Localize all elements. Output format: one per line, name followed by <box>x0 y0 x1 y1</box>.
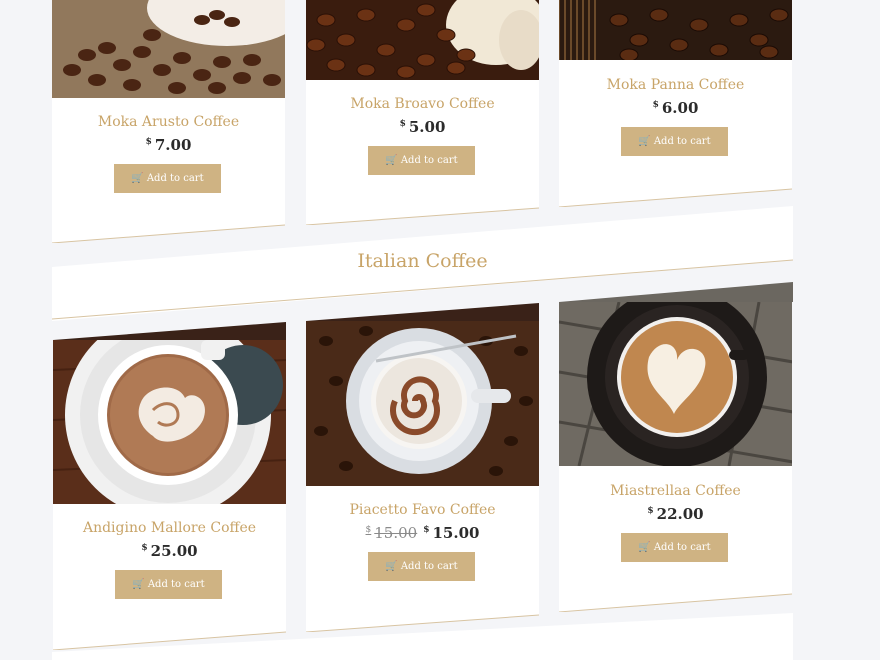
product-name[interactable]: Andigino Mallore Coffee <box>53 520 286 536</box>
original-price: $15.00 <box>366 524 418 542</box>
currency-symbol: $ <box>647 506 654 516</box>
product-card-piacetto-favo: Piacetto Favo Coffee $15.00 $15.00 🛒 Add t… <box>306 321 539 632</box>
button-label: Add to cart <box>400 155 458 166</box>
shopping-cart-icon: 🛒 <box>385 561 398 572</box>
button-label: Add to cart <box>400 561 458 572</box>
product-price: $7.00 <box>52 136 285 154</box>
button-label: Add to cart <box>147 579 205 590</box>
card-top-edge <box>306 303 539 321</box>
currency-symbol: $ <box>145 137 152 147</box>
price-value: 7.00 <box>154 136 192 154</box>
add-to-cart-button[interactable]: 🛒 Add to cart <box>368 552 475 581</box>
product-price: $15.00 $15.00 <box>306 524 539 542</box>
product-card-miastrellaa: Miastrellaa Coffee $22.00 🛒 Add to cart <box>559 302 792 612</box>
section-title: Italian Coffee <box>357 250 488 272</box>
product-image-moka-panna[interactable] <box>559 0 792 60</box>
product-price: $6.00 <box>559 99 792 117</box>
shopping-cart-icon: 🛒 <box>385 155 398 166</box>
original-price-value: 15.00 <box>374 524 418 542</box>
currency-symbol: $ <box>399 119 406 129</box>
shopping-cart-icon: 🛒 <box>131 173 144 184</box>
shopping-cart-icon: 🛒 <box>638 136 651 147</box>
product-card-andigino-mallore: Andigino Mallore Coffee $25.00 🛒 Add to c… <box>53 340 286 650</box>
currency-symbol: $ <box>365 525 372 535</box>
add-to-cart-button[interactable]: 🛒 Add to cart <box>115 570 222 599</box>
add-to-cart-button[interactable]: 🛒 Add to cart <box>621 533 728 562</box>
add-to-cart-button[interactable]: 🛒 Add to cart <box>368 146 475 175</box>
price-value: 6.00 <box>661 99 699 117</box>
currency-symbol: $ <box>423 525 430 535</box>
product-image-moka-broavo[interactable] <box>306 0 539 80</box>
product-image-piacetto-favo[interactable] <box>306 321 539 486</box>
card-bottom-edge <box>559 188 792 207</box>
price-value: 5.00 <box>408 118 446 136</box>
price-value: 15.00 <box>432 524 480 542</box>
button-label: Add to cart <box>146 173 204 184</box>
add-to-cart-button[interactable]: 🛒 Add to cart <box>621 127 728 156</box>
product-name[interactable]: Miastrellaa Coffee <box>559 483 792 499</box>
currency-symbol: $ <box>652 100 659 110</box>
card-top-edge <box>559 282 793 302</box>
product-price: $25.00 <box>53 542 286 560</box>
product-name[interactable]: Moka Broavo Coffee <box>306 96 539 112</box>
currency-symbol: $ <box>141 543 148 553</box>
add-to-cart-button[interactable]: 🛒 Add to cart <box>114 164 221 193</box>
product-card-moka-panna: Moka Panna Coffee $6.00 🛒 Add to cart <box>559 0 792 207</box>
product-price: $22.00 <box>559 505 792 523</box>
price-value: 25.00 <box>150 542 198 560</box>
product-name[interactable]: Moka Panna Coffee <box>559 77 792 93</box>
button-label: Add to cart <box>653 542 711 553</box>
product-image-moka-arusto[interactable] <box>52 0 285 98</box>
card-top-edge <box>53 322 286 340</box>
product-name[interactable]: Piacetto Favo Coffee <box>306 502 539 518</box>
shopping-cart-icon: 🛒 <box>638 542 651 553</box>
card-bottom-edge <box>559 593 792 612</box>
product-name[interactable]: Moka Arusto Coffee <box>52 114 285 130</box>
button-label: Add to cart <box>653 136 711 147</box>
product-card-moka-broavo: Moka Broavo Coffee $5.00 🛒 Add to cart <box>306 0 539 225</box>
next-section-band <box>52 613 793 660</box>
price-value: 22.00 <box>656 505 704 523</box>
product-image-andigino-mallore[interactable] <box>53 340 286 504</box>
shopping-cart-icon: 🛒 <box>132 579 145 590</box>
product-price: $5.00 <box>306 118 539 136</box>
product-image-miastrellaa[interactable] <box>559 302 792 466</box>
